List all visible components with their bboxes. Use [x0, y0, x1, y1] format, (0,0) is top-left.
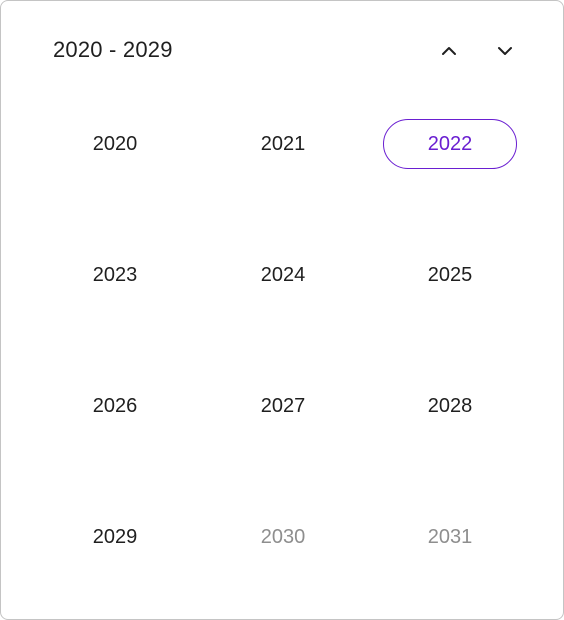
- year-cell[interactable]: 2024: [216, 250, 350, 300]
- year-cell-out-of-range[interactable]: 2030: [216, 512, 350, 562]
- year-cell[interactable]: 2021: [216, 119, 350, 169]
- year-cell[interactable]: 2023: [48, 250, 182, 300]
- chevron-up-icon: [442, 47, 456, 55]
- year-cell[interactable]: 2029: [48, 512, 182, 562]
- year-cell[interactable]: 2027: [216, 381, 350, 431]
- year-cell-selected[interactable]: 2022: [383, 119, 517, 169]
- next-decade-button[interactable]: [491, 37, 519, 65]
- chevron-down-icon: [498, 47, 512, 55]
- year-cell[interactable]: 2028: [383, 381, 517, 431]
- year-picker-card: 2020 - 2029 2020 2021 2022 2023 2024 202…: [0, 0, 564, 620]
- previous-decade-button[interactable]: [435, 37, 463, 65]
- year-cell[interactable]: 2020: [48, 119, 182, 169]
- year-cell[interactable]: 2026: [48, 381, 182, 431]
- decade-range-title[interactable]: 2020 - 2029: [53, 37, 173, 63]
- year-cell-out-of-range[interactable]: 2031: [383, 512, 517, 562]
- year-cell[interactable]: 2025: [383, 250, 517, 300]
